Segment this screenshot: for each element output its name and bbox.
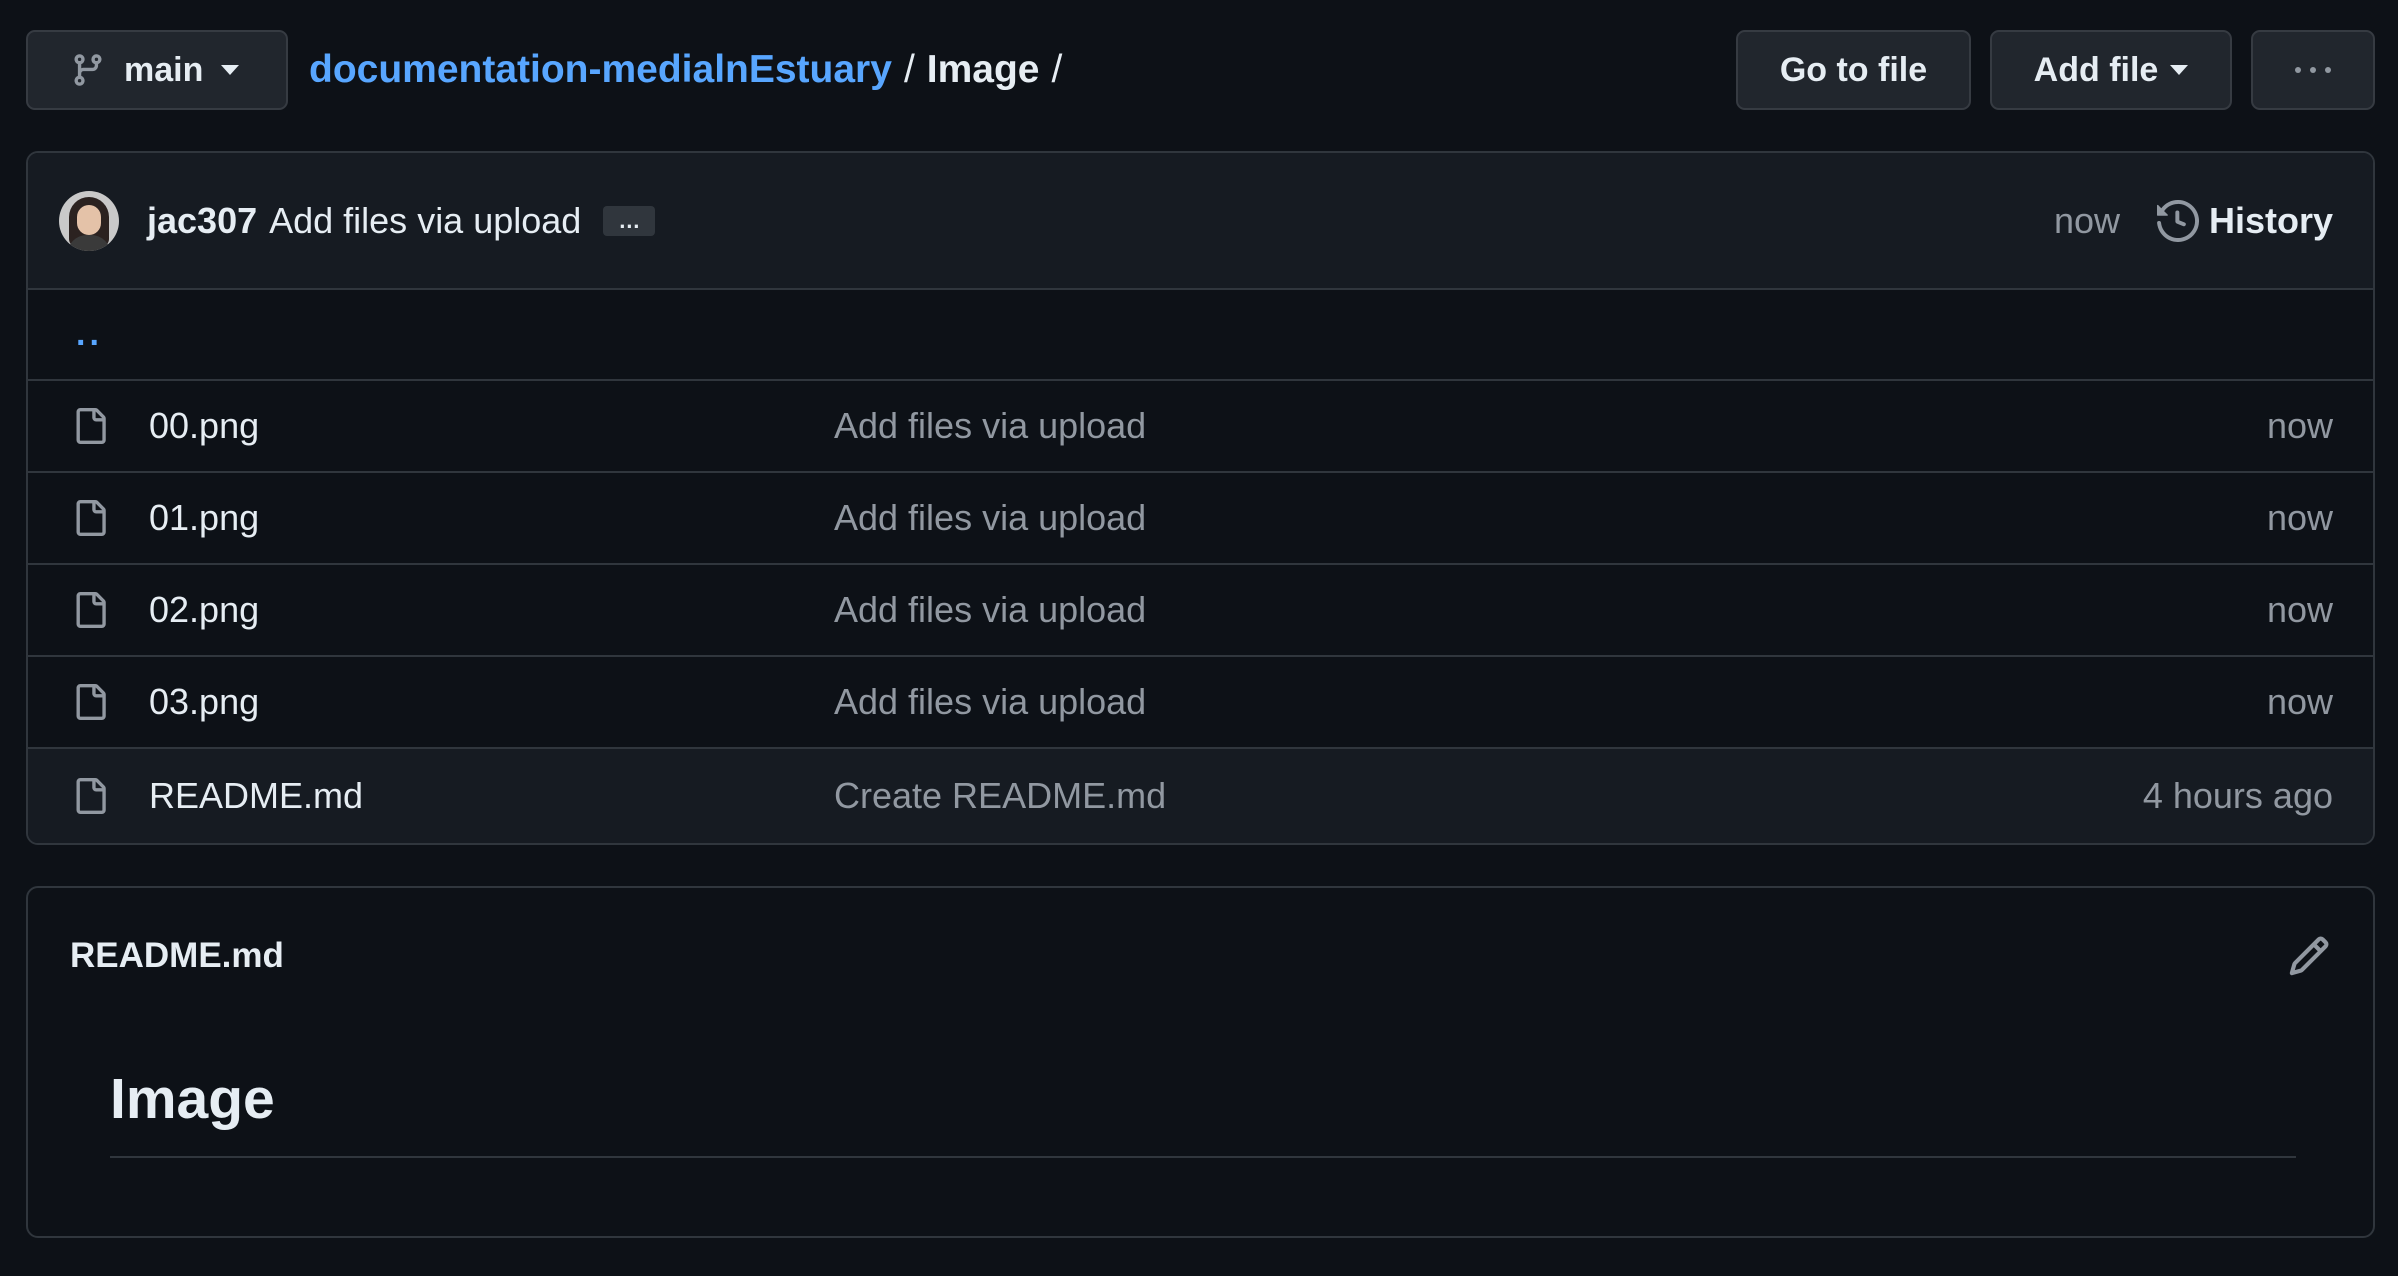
file-commit-link[interactable]: Create README.md <box>834 775 1166 817</box>
file-commit-link[interactable]: Add files via upload <box>834 681 1146 723</box>
kebab-horizontal-icon <box>2295 67 2331 73</box>
file-time: now <box>2266 405 2333 446</box>
breadcrumb-repo-link[interactable]: documentation-medialnEstuary <box>309 48 892 92</box>
history-link[interactable]: History <box>2156 199 2333 242</box>
go-to-file-button[interactable]: Go to file <box>1736 30 1971 110</box>
more-options-button[interactable] <box>2251 30 2375 110</box>
go-to-file-label: Go to file <box>1779 50 1928 89</box>
file-name-link[interactable]: README.md <box>149 775 363 817</box>
readme-panel: README.md Image <box>26 886 2375 1238</box>
latest-commit-bar: jac307 Add files via upload … now Histor… <box>28 153 2373 290</box>
repo-header: main documentation-medialnEstuary / Imag… <box>26 30 2375 110</box>
table-row[interactable]: 02.png Add files via upload now <box>28 565 2373 657</box>
file-icon <box>76 408 106 444</box>
caret-down-icon <box>2170 65 2189 75</box>
file-icon <box>76 500 106 536</box>
user-avatar[interactable] <box>59 190 119 251</box>
breadcrumb: documentation-medialnEstuary / Image / <box>309 30 1074 110</box>
pencil-icon[interactable] <box>2287 934 2331 978</box>
table-row[interactable]: 00.png Add files via upload now <box>28 381 2373 473</box>
history-label: History <box>2208 199 2333 241</box>
ellipsis-label: … <box>618 207 641 233</box>
table-row[interactable]: 03.png Add files via upload now <box>28 657 2373 749</box>
heading-divider <box>110 1156 2296 1158</box>
readme-heading: Image <box>110 1067 275 1131</box>
add-file-label: Add file <box>2033 50 2159 89</box>
parent-directory-link[interactable]: .. <box>76 315 103 354</box>
file-commit-link[interactable]: Add files via upload <box>834 589 1146 631</box>
table-row[interactable]: README.md Create README.md 4 hours ago <box>28 749 2373 843</box>
table-row[interactable]: 01.png Add files via upload now <box>28 473 2373 565</box>
file-name-link[interactable]: 01.png <box>149 497 259 539</box>
branch-label: main <box>124 50 204 89</box>
commit-author-link[interactable]: jac307 <box>147 200 257 242</box>
breadcrumb-separator: / <box>1051 48 1063 91</box>
file-name-link[interactable]: 00.png <box>149 405 259 447</box>
commit-message-link[interactable]: Add files via upload <box>269 200 581 242</box>
file-icon <box>76 778 106 814</box>
file-list: jac307 Add files via upload … now Histor… <box>26 151 2375 845</box>
add-file-button[interactable]: Add file <box>1990 30 2232 110</box>
parent-directory-row[interactable]: .. <box>28 290 2373 381</box>
expand-commit-button[interactable]: … <box>603 205 656 236</box>
file-commit-link[interactable]: Add files via upload <box>834 497 1146 539</box>
file-icon <box>76 684 106 720</box>
caret-down-icon <box>221 65 240 75</box>
commit-time: now <box>2053 199 2120 241</box>
file-icon <box>76 592 106 628</box>
git-branch-icon <box>74 54 102 86</box>
breadcrumb-separator: / <box>903 48 915 91</box>
branch-selector-button[interactable]: main <box>26 30 288 110</box>
file-time: now <box>2266 589 2333 630</box>
file-name-link[interactable]: 03.png <box>149 681 259 723</box>
file-time: now <box>2266 681 2333 722</box>
file-name-link[interactable]: 02.png <box>149 589 259 631</box>
file-time: now <box>2266 497 2333 538</box>
file-time: 4 hours ago <box>2142 775 2333 816</box>
breadcrumb-current-folder: Image <box>926 48 1040 91</box>
history-icon <box>2156 199 2199 242</box>
file-commit-link[interactable]: Add files via upload <box>834 405 1146 447</box>
readme-filename: README.md <box>70 936 284 975</box>
